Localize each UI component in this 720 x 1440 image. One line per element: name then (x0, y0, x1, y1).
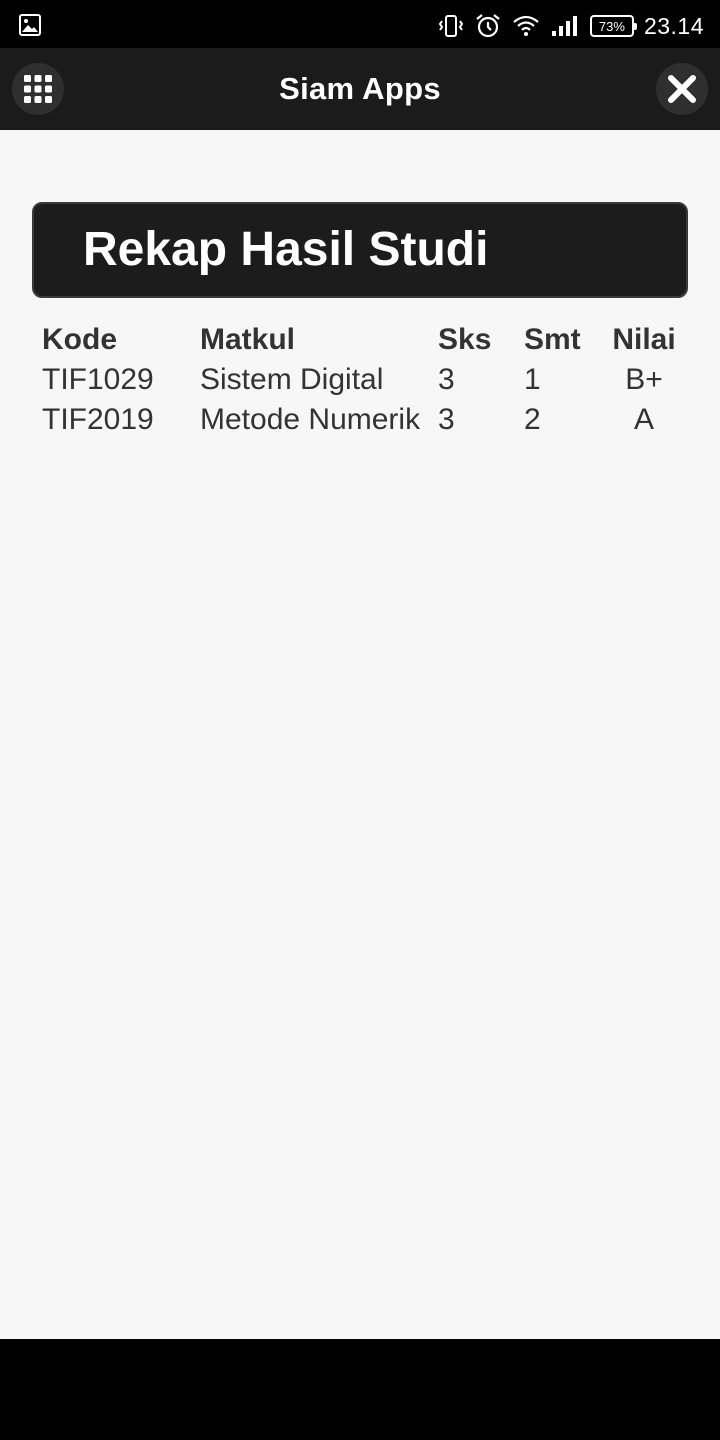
app-title: Siam Apps (279, 71, 441, 106)
cell-nilai: A (633, 403, 654, 436)
status-bar: 73% 23.14 (0, 0, 720, 50)
close-button[interactable] (656, 63, 708, 115)
cell-smt: 2 (524, 403, 541, 436)
cell-kode: TIF1029 (42, 363, 154, 396)
grades-table: Kode Matkul Sks Smt Nilai TIF1029 Sistem… (42, 320, 702, 440)
table-header-row: Kode Matkul Sks Smt Nilai (42, 320, 702, 360)
header-nilai: Nilai (612, 323, 676, 356)
battery-indicator: 73% (589, 15, 637, 37)
alarm-icon (474, 12, 502, 40)
page-title: Rekap Hasil Studi (83, 223, 489, 276)
content-area: Rekap Hasil Studi Kode Matkul Sks Smt Ni… (0, 130, 720, 1339)
table-row: TIF1029 Sistem Digital 3 1 B+ (42, 360, 702, 400)
cell-matkul: Metode Numerik (200, 403, 421, 436)
header-kode: Kode (42, 323, 117, 356)
header-sks: Sks (438, 323, 492, 356)
cell-kode: TIF2019 (42, 403, 154, 436)
header-matkul: Matkul (200, 323, 296, 356)
cell-matkul: Sistem Digital (200, 363, 384, 396)
cell-sks: 3 (438, 363, 455, 396)
header-smt: Smt (524, 323, 581, 356)
cell-sks: 3 (438, 403, 455, 436)
clock: 23.14 (643, 12, 704, 39)
signal-icon (550, 14, 580, 38)
cell-smt: 1 (524, 363, 541, 396)
vibrate-icon (438, 13, 464, 39)
system-navigation-bar (0, 1339, 720, 1440)
close-icon (668, 75, 696, 103)
app-bar: Siam Apps (0, 48, 720, 130)
gallery-notification-icon (18, 13, 42, 37)
table-row: TIF2019 Metode Numerik 3 2 A (42, 400, 702, 440)
cell-nilai: B+ (625, 363, 663, 396)
wifi-icon (512, 14, 540, 38)
battery-percent: 73% (598, 18, 625, 34)
page-header: Rekap Hasil Studi (32, 202, 688, 298)
